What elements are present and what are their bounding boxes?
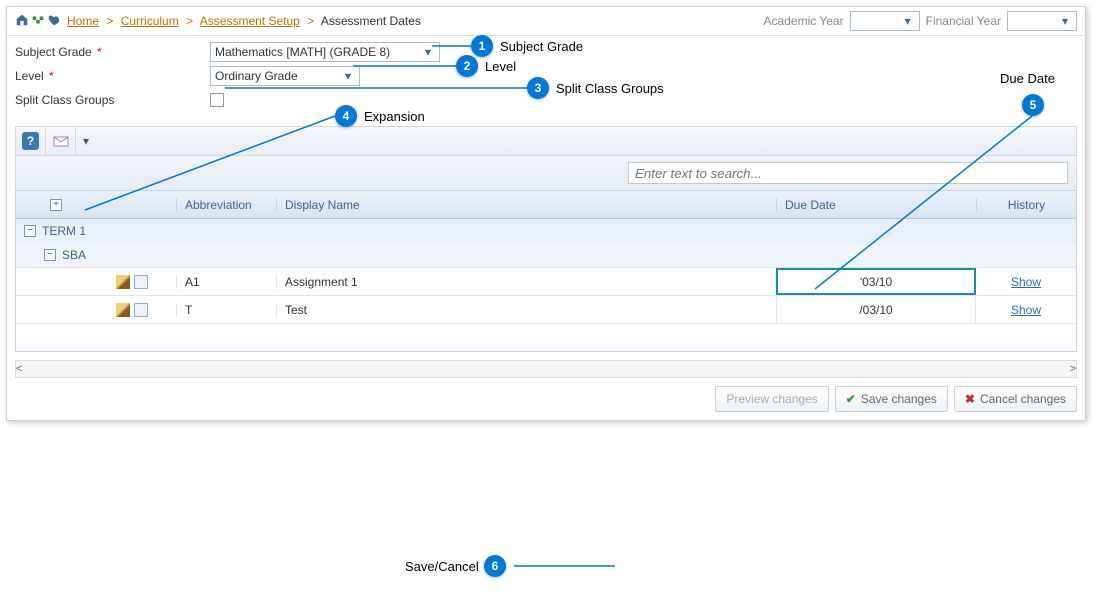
col-header-abbreviation[interactable]: Abbreviation — [176, 198, 276, 212]
breadcrumb: Home > Curriculum > Assessment Setup > A… — [67, 14, 421, 28]
check-icon: ✔ — [846, 392, 856, 406]
callout-5: 5 — [1022, 94, 1044, 116]
home-icon[interactable] — [15, 13, 29, 30]
callout-4: 4 — [335, 105, 357, 127]
subject-grade-label: Subject Grade — [15, 45, 92, 59]
edit-icon[interactable] — [116, 303, 130, 317]
preview-changes-button[interactable]: Preview changes — [715, 386, 828, 412]
split-class-groups-checkbox[interactable] — [210, 93, 224, 107]
callout-3-label: Split Class Groups — [556, 81, 664, 96]
select-checkbox[interactable] — [134, 275, 148, 289]
breadcrumb-current: Assessment Dates — [321, 14, 421, 28]
cell-abbr: T — [176, 303, 276, 317]
col-header-display-name[interactable]: Display Name — [276, 198, 776, 212]
callout-6: 6 — [484, 555, 506, 577]
subject-grade-value: Mathematics [MATH] (GRADE 8) — [215, 45, 390, 59]
col-header-history[interactable]: History — [976, 198, 1076, 212]
mail-button[interactable] — [46, 127, 76, 155]
financial-year-label: Financial Year — [926, 14, 1001, 28]
grid-header: + Abbreviation Display Name Due Date His… — [16, 191, 1076, 219]
split-class-groups-label: Split Class Groups — [15, 93, 114, 107]
cell-due-date[interactable]: /03/10 — [776, 296, 976, 323]
cell-display-name: Assignment 1 — [276, 275, 776, 289]
history-link[interactable]: Show — [1011, 303, 1041, 317]
callout-2: 2 — [456, 55, 478, 77]
financial-year-select[interactable]: ▾ — [1007, 11, 1077, 31]
cancel-changes-button[interactable]: ✖Cancel changes — [954, 386, 1077, 412]
group-row-sba[interactable]: − SBA — [16, 243, 1076, 267]
required-marker: * — [46, 69, 54, 83]
cell-display-name: Test — [276, 303, 776, 317]
cross-icon: ✖ — [965, 392, 975, 406]
heart-icon[interactable] — [47, 13, 61, 30]
horizontal-scrollbar[interactable]: <> — [15, 360, 1077, 378]
topbar: Home > Curriculum > Assessment Setup > A… — [7, 7, 1085, 36]
academic-year-select[interactable]: ▾ — [850, 11, 920, 31]
puzzle-icon[interactable] — [31, 13, 45, 30]
assessment-grid: + Abbreviation Display Name Due Date His… — [15, 190, 1077, 352]
subject-grade-select[interactable]: Mathematics [MATH] (GRADE 8) ▾ — [210, 42, 440, 62]
help-button[interactable]: ? — [16, 127, 46, 155]
history-link[interactable]: Show — [1011, 275, 1041, 289]
toolbar-dropdown[interactable]: ▾ — [76, 134, 96, 148]
required-marker: * — [94, 45, 102, 59]
callout-6-label: Save/Cancel — [405, 559, 479, 574]
breadcrumb-assessment-setup[interactable]: Assessment Setup — [200, 14, 300, 28]
breadcrumb-home[interactable]: Home — [67, 14, 99, 28]
breadcrumb-sep: > — [307, 14, 314, 28]
chevron-down-icon: ▾ — [1058, 14, 1072, 28]
search-input[interactable] — [628, 162, 1068, 184]
grid-toolbar: ? ▾ — [15, 126, 1077, 156]
grid-footer — [16, 323, 1076, 351]
breadcrumb-sep: > — [106, 14, 113, 28]
action-bar: Preview changes ✔Save changes ✖Cancel ch… — [7, 378, 1085, 420]
academic-year-label: Academic Year — [764, 14, 844, 28]
cell-due-date[interactable]: '03/10 — [776, 268, 976, 295]
cell-abbr: A1 — [176, 275, 276, 289]
callout-5-label: Due Date — [1000, 71, 1055, 86]
app-window: Home > Curriculum > Assessment Setup > A… — [6, 6, 1086, 421]
breadcrumb-curriculum[interactable]: Curriculum — [121, 14, 179, 28]
col-header-due-date[interactable]: Due Date — [776, 198, 976, 212]
table-row[interactable]: T Test /03/10 Show — [16, 295, 1076, 323]
level-label: Level — [15, 69, 44, 83]
callout-2-label: Level — [485, 59, 516, 74]
breadcrumb-sep: > — [186, 14, 193, 28]
save-changes-button[interactable]: ✔Save changes — [835, 386, 948, 412]
chevron-down-icon: ▾ — [421, 45, 435, 59]
callout-1-label: Subject Grade — [500, 39, 583, 54]
group-label: SBA — [62, 248, 86, 262]
group-row-term1[interactable]: − TERM 1 — [16, 219, 1076, 243]
callout-4-label: Expansion — [364, 109, 425, 124]
level-value: Ordinary Grade — [215, 69, 298, 83]
callout-3: 3 — [527, 77, 549, 99]
level-select[interactable]: Ordinary Grade ▾ — [210, 66, 360, 86]
chevron-down-icon: ▾ — [341, 69, 355, 83]
group-label: TERM 1 — [42, 224, 86, 238]
expand-all-toggle[interactable]: + — [50, 199, 62, 211]
collapse-icon[interactable]: − — [24, 225, 36, 237]
chevron-down-icon: ▾ — [901, 14, 915, 28]
edit-icon[interactable] — [116, 275, 130, 289]
select-checkbox[interactable] — [134, 303, 148, 317]
callout-1: 1 — [471, 35, 493, 57]
collapse-icon[interactable]: − — [44, 249, 56, 261]
table-row[interactable]: A1 Assignment 1 '03/10 Show — [16, 267, 1076, 295]
